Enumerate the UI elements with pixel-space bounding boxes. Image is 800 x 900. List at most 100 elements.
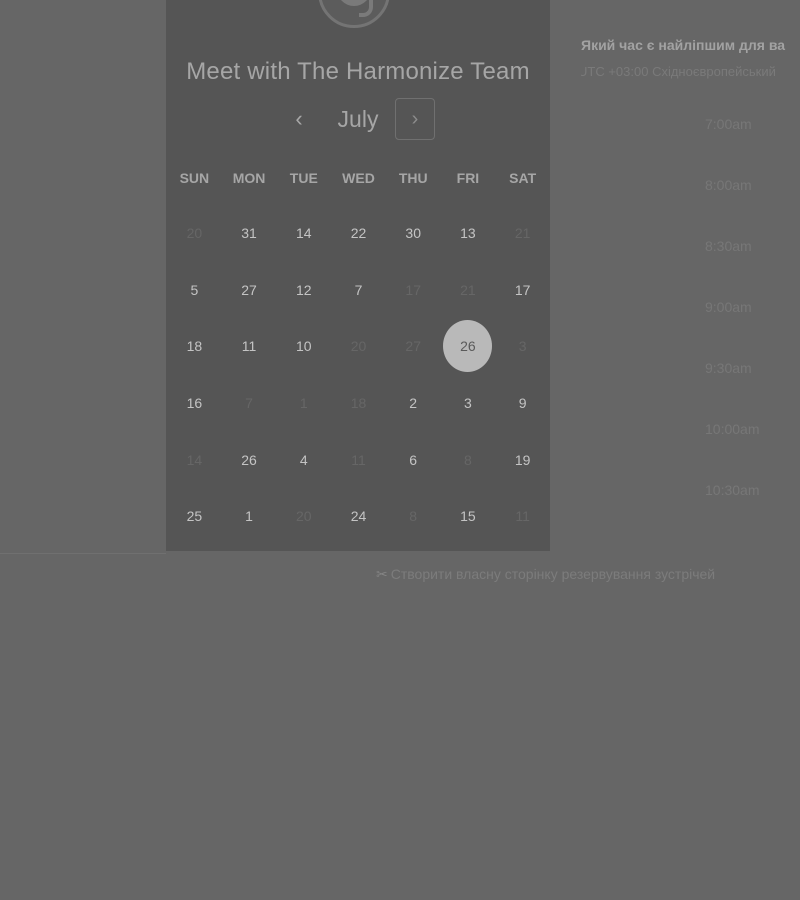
next-month-button[interactable]: › — [395, 98, 435, 140]
chevron-right-icon: › — [411, 108, 419, 130]
calendar-day-label: 17 — [405, 281, 421, 298]
calendar-day-label: 1 — [245, 508, 253, 525]
calendar-day: 3 — [495, 318, 550, 375]
calendar-day-label: 20 — [295, 508, 312, 525]
weekday-label: MON — [232, 170, 266, 186]
time-slot[interactable]: 8:30am — [705, 238, 775, 254]
calendar-day-label: 18 — [186, 338, 203, 355]
month-navigation: ‹ July › — [166, 98, 550, 142]
calendar-day-label: 14 — [186, 451, 203, 468]
calendar-day: 20 — [276, 488, 331, 545]
calendar-day[interactable]: 17 — [495, 262, 550, 319]
calendar-day-label: 27 — [405, 338, 421, 355]
calendar-day: 20 — [331, 318, 386, 375]
calendar-day-label: 17 — [514, 281, 531, 298]
calendar-day[interactable]: 26 — [222, 431, 277, 488]
calendar-panel: Meet with The Harmonize Team ‹ July › SU… — [166, 0, 550, 551]
calendar-day: 11 — [331, 431, 386, 488]
calendar-day-label: 11 — [515, 508, 530, 525]
team-logo — [318, 0, 390, 28]
calendar-day-label: 3 — [464, 395, 472, 412]
weekday-label: SAT — [509, 170, 537, 186]
calendar-day[interactable]: 7 — [331, 262, 386, 319]
calendar-day-label: 26 — [241, 451, 257, 468]
time-slot[interactable]: 10:00am — [705, 421, 775, 437]
calendar-day[interactable]: 5 — [167, 262, 222, 319]
weekday-header: SUN MON TUE WED THU FRI SAT — [166, 168, 550, 188]
calendar-day: 14 — [167, 431, 222, 488]
calendar-day-label: 31 — [241, 225, 257, 242]
calendar-day[interactable]: 3 — [441, 375, 496, 432]
calendar-day-label: 11 — [241, 338, 257, 355]
calendar-day-label: 8 — [409, 508, 418, 525]
calendar-day: 21 — [441, 262, 496, 319]
calendar-day-label: 21 — [514, 225, 531, 242]
calendar-day[interactable]: 2 — [386, 375, 441, 432]
calendar-day-label: 9 — [518, 395, 527, 412]
calendar-day[interactable]: 12 — [276, 262, 331, 319]
calendar-day-label: 12 — [295, 281, 312, 298]
weekday-label: FRI — [456, 170, 480, 186]
calendar-day[interactable]: 13 — [441, 205, 496, 262]
calendar-days-grid: 20 31 14 22 30 13 21 5 27 12 7 17 21 17 18 11 10 20 27 26 3 1… — [166, 205, 550, 545]
calendar-day-label: 20 — [350, 338, 367, 355]
calendar-day[interactable]: 30 — [386, 205, 441, 262]
calendar-day-label: 30 — [405, 225, 421, 242]
time-slot[interactable]: 7:00am — [705, 116, 775, 132]
calendar-day-label: 18 — [350, 395, 367, 412]
calendar-day-label: 26 — [443, 320, 493, 373]
footer-link-label: Створити власну сторінку резервування зу… — [390, 566, 716, 582]
time-slot-panel: Який час є найліпшим для ва UTC +03:00 С… — [581, 0, 800, 520]
calendar-day-label: 1 — [299, 395, 308, 412]
calendar-day-label: 27 — [241, 281, 257, 298]
calendar-day[interactable]: 25 — [167, 488, 222, 545]
time-slot[interactable]: 9:30am — [705, 360, 775, 376]
calendar-day[interactable]: 9 — [495, 375, 550, 432]
create-booking-page-link[interactable]: ✂ Створити власну сторінку резервування з… — [376, 566, 715, 583]
calendar-day-selected[interactable]: 26 — [441, 318, 496, 375]
calendar-day: 7 — [222, 375, 277, 432]
calendar-day-label: 24 — [350, 508, 367, 525]
calendar-day-label: 5 — [190, 281, 199, 298]
calendar-day-label: 6 — [409, 451, 418, 468]
time-slot[interactable]: 10:30am — [705, 482, 775, 498]
calendar-day-label: 3 — [518, 338, 527, 355]
calendar-day-label: 2 — [409, 395, 418, 412]
scissors-icon: ✂ — [376, 566, 388, 582]
calendar-day-label: 22 — [350, 225, 367, 242]
calendar-day[interactable]: 1 — [222, 488, 277, 545]
calendar-day: 18 — [331, 375, 386, 432]
calendar-day: 8 — [441, 431, 496, 488]
calendar-day[interactable]: 18 — [167, 318, 222, 375]
calendar-day[interactable]: 24 — [331, 488, 386, 545]
calendar-day[interactable]: 19 — [495, 431, 550, 488]
calendar-day[interactable]: 10 — [276, 318, 331, 375]
calendar-day-label: 4 — [299, 451, 308, 468]
time-slot[interactable]: 8:00am — [705, 177, 775, 193]
weekday-label: TUE — [289, 170, 318, 186]
time-question: Який час є найліпшим для ва — [581, 37, 786, 53]
calendar-day[interactable]: 14 — [276, 205, 331, 262]
timezone-selector[interactable]: UTC +03:00 Східноєвропейський — [581, 64, 776, 79]
calendar-day[interactable]: 11 — [222, 318, 277, 375]
calendar-day-label: 20 — [186, 225, 203, 242]
calendar-day-label: 25 — [186, 508, 203, 525]
calendar-day: 27 — [386, 318, 441, 375]
calendar-day[interactable]: 4 — [276, 431, 331, 488]
calendar-day[interactable]: 31 — [222, 205, 277, 262]
weekday-label: WED — [342, 170, 375, 186]
calendar-day-label: 11 — [351, 451, 366, 468]
chevron-left-icon[interactable]: ‹ — [286, 104, 312, 134]
calendar-day: 17 — [386, 262, 441, 319]
weekday-label: SUN — [179, 170, 210, 186]
calendar-day[interactable]: 6 — [386, 431, 441, 488]
calendar-day[interactable]: 16 — [167, 375, 222, 432]
time-slot[interactable]: 9:00am — [705, 299, 775, 315]
weekday-label: THU — [398, 170, 428, 186]
calendar-day[interactable]: 15 — [441, 488, 496, 545]
calendar-day: 20 — [167, 205, 222, 262]
calendar-day[interactable]: 27 — [222, 262, 277, 319]
left-divider — [0, 553, 166, 554]
page-title: Meet with The Harmonize Team — [186, 58, 530, 85]
calendar-day[interactable]: 22 — [331, 205, 386, 262]
